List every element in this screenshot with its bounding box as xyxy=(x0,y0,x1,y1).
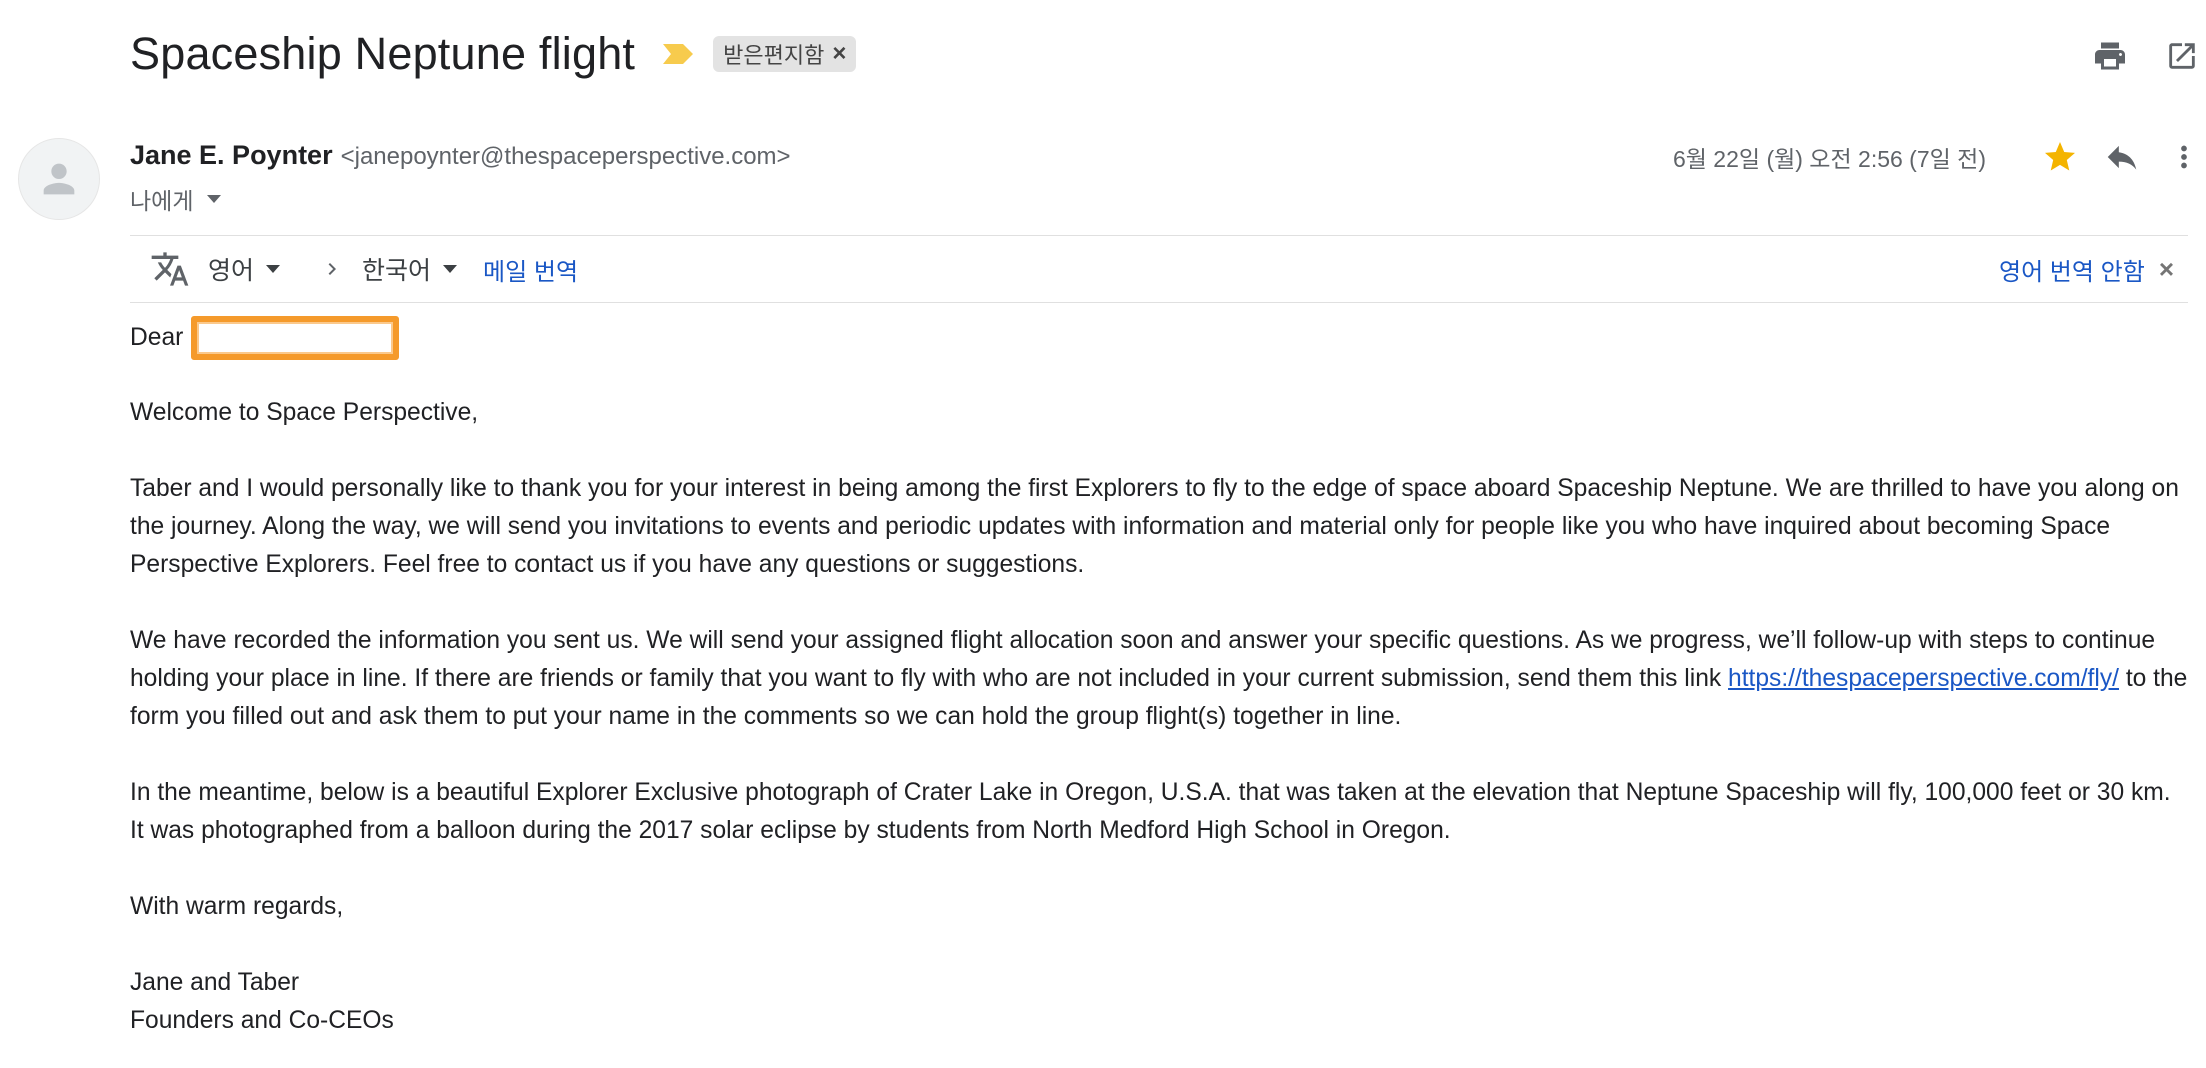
label-name: 받은편지함 xyxy=(723,43,825,68)
importance-marker-icon[interactable] xyxy=(661,42,695,66)
recipient-label: 나에게 xyxy=(130,188,194,214)
signature-names: Jane and Taber xyxy=(130,969,300,996)
remove-label-button[interactable]: × xyxy=(832,40,846,68)
inbox-label-chip: 받은편지함 × xyxy=(713,36,857,72)
signature: Jane and Taber Founders and Co-CEOs xyxy=(130,964,2190,1040)
reply-icon xyxy=(2107,145,2137,170)
closing-line: With warm regards, xyxy=(130,893,344,920)
chevron-down-icon xyxy=(207,195,222,203)
print-button[interactable] xyxy=(2088,34,2132,78)
open-in-new-window-icon xyxy=(2169,43,2195,69)
header-actions xyxy=(2088,34,2204,78)
chevron-down-icon xyxy=(266,265,281,273)
paragraph-photo: In the meantime, below is a beautiful Ex… xyxy=(130,779,2171,844)
never-translate-link[interactable]: 영어 번역 안함 xyxy=(1999,252,2145,287)
email-subject: Spaceship Neptune flight xyxy=(130,28,636,79)
star-icon xyxy=(2045,142,2075,171)
open-in-new-window-button[interactable] xyxy=(2160,34,2204,78)
greeting-line: Dear xyxy=(130,316,2190,360)
sender-info: Jane E. Poynter <janepoynter@thespaceper… xyxy=(130,140,791,171)
more-options-button[interactable] xyxy=(2162,135,2206,179)
translate-bar: 영어 한국어 메일 번역 영어 번역 안함 × xyxy=(130,235,2188,303)
recipient-details-toggle[interactable]: 나에게 xyxy=(130,182,222,216)
target-language-select[interactable]: 한국어 xyxy=(362,251,458,287)
message-date: 6월 22일 (월) 오전 2:56 (7일 전) xyxy=(1672,146,1986,172)
email-body: Dear Welcome to Space Perspective, Taber… xyxy=(130,316,2190,1040)
default-avatar-icon xyxy=(43,163,75,195)
sender-avatar[interactable] xyxy=(18,138,100,220)
paragraph-thanks: Taber and I would personally like to tha… xyxy=(130,475,2179,578)
source-language-select[interactable]: 영어 xyxy=(208,251,281,287)
sender-name[interactable]: Jane E. Poynter xyxy=(130,140,333,171)
email-header: Spaceship Neptune flight 받은편지함 × xyxy=(130,22,2206,86)
paragraph-recorded: We have recorded the information you sen… xyxy=(130,622,2190,736)
target-language-label: 한국어 xyxy=(362,257,432,285)
star-button[interactable] xyxy=(2038,135,2082,179)
signature-title: Founders and Co-CEOs xyxy=(130,1007,394,1034)
sender-email: <janepoynter@thespaceperspective.com> xyxy=(340,143,791,170)
print-icon xyxy=(2095,42,2125,70)
greeting: Dear xyxy=(130,324,184,351)
translate-icon xyxy=(150,249,190,289)
message-meta: 6월 22일 (월) 오전 2:56 (7일 전) xyxy=(1673,135,2206,179)
redacted-name xyxy=(191,316,400,360)
translate-message-link[interactable]: 메일 번역 xyxy=(483,252,578,287)
reply-button[interactable] xyxy=(2100,135,2144,179)
source-language-label: 영어 xyxy=(208,257,255,285)
chevron-down-icon xyxy=(443,265,458,273)
close-translate-bar-button[interactable]: × xyxy=(2159,254,2174,285)
welcome-paragraph: Welcome to Space Perspective, xyxy=(130,399,479,426)
more-vertical-icon xyxy=(2181,145,2187,169)
translate-right-actions: 영어 번역 안함 × xyxy=(1999,252,2174,287)
fly-link[interactable]: https://thespaceperspective.com/fly/ xyxy=(1728,665,2119,692)
chevron-right-icon xyxy=(328,263,337,275)
